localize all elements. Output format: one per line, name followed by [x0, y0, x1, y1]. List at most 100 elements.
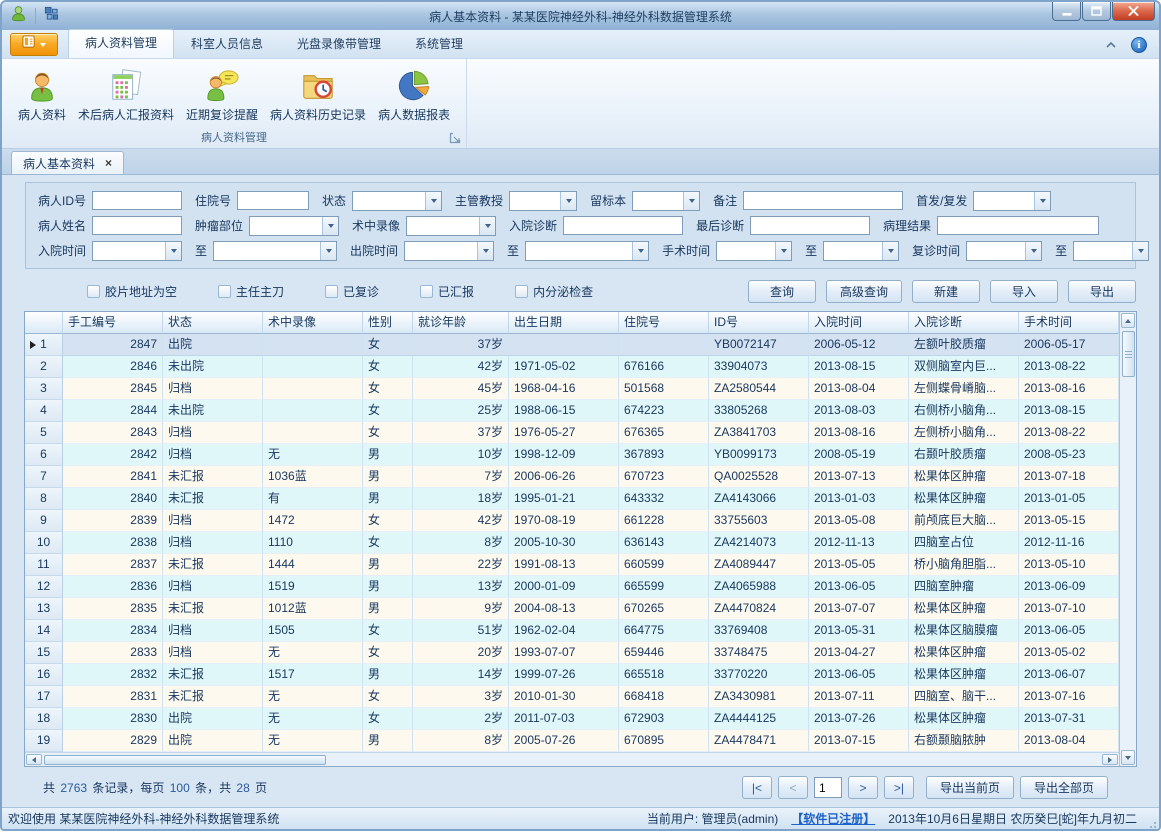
column-header-manual-no[interactable]: 手工编号: [63, 312, 163, 334]
status-dropdown-button[interactable]: [425, 192, 441, 210]
admit-time-to-dropdown-button[interactable]: [320, 242, 336, 260]
row-header-cell[interactable]: 5: [25, 422, 63, 444]
row-header-cell[interactable]: 19: [25, 730, 63, 752]
ribbon-button-postop-report[interactable]: 术后病人汇报资料: [73, 67, 179, 125]
table-row[interactable]: 52843归档女37岁1976-05-27676365ZA38417032013…: [25, 422, 1119, 444]
professor-combo[interactable]: [509, 191, 577, 211]
row-header-cell[interactable]: 9: [25, 510, 63, 532]
table-row[interactable]: 42844未出院女25岁1988-06-15674223338052682013…: [25, 400, 1119, 422]
professor-dropdown-button[interactable]: [560, 192, 576, 210]
ribbon-button-revisit-reminder[interactable]: 近期复诊提醒: [181, 67, 263, 125]
checkbox-reported[interactable]: 已汇报: [420, 283, 474, 300]
table-row[interactable]: 112837未汇报1444男22岁1991-08-13660599ZA40894…: [25, 554, 1119, 576]
export-current-page-button[interactable]: 导出当前页: [926, 776, 1014, 799]
scroll-down-icon[interactable]: [1121, 750, 1135, 765]
column-header-status[interactable]: 状态: [163, 312, 263, 334]
row-header-cell[interactable]: 4: [25, 400, 63, 422]
revisit-time-to-dropdown-button[interactable]: [1132, 242, 1148, 260]
close-button[interactable]: [1112, 2, 1155, 21]
checkbox-box[interactable]: [218, 285, 231, 298]
table-row[interactable]: 192829出院无男8岁2005-07-26670895ZA4478471201…: [25, 730, 1119, 752]
surgery-video-combo-field[interactable]: [407, 217, 479, 235]
admit-time-combo[interactable]: [92, 241, 182, 261]
table-row[interactable]: 122836归档1519男13岁2000-01-09665599ZA406598…: [25, 576, 1119, 598]
ribbon-tab-4[interactable]: 系统管理: [398, 30, 480, 58]
horizontal-scrollbar[interactable]: [25, 752, 1119, 766]
discharge-time-to-dropdown-button[interactable]: [632, 242, 648, 260]
row-header-cell[interactable]: 6: [25, 444, 63, 466]
column-header-admit-diagnosis[interactable]: 入院诊断: [909, 312, 1019, 334]
column-header-surgery-time[interactable]: 手术时间: [1019, 312, 1119, 334]
row-header-cell[interactable]: 14: [25, 620, 63, 642]
vertical-scroll-thumb[interactable]: [1122, 331, 1135, 377]
professor-combo-field[interactable]: [510, 192, 560, 210]
row-header-cell[interactable]: 12: [25, 576, 63, 598]
prev-page-button[interactable]: <: [778, 776, 808, 799]
row-header-cell[interactable]: 10: [25, 532, 63, 554]
info-icon[interactable]: i: [1131, 37, 1147, 53]
row-header-cell[interactable]: 1: [25, 334, 63, 356]
table-row[interactable]: 132835未汇报1012蓝男9岁2004-08-13670265ZA44708…: [25, 598, 1119, 620]
revisit-time-dropdown-button[interactable]: [1025, 242, 1041, 260]
table-row[interactable]: 162832未汇报1517男14岁1999-07-266655183377022…: [25, 664, 1119, 686]
admit-time-combo-field[interactable]: [93, 242, 165, 260]
new-button[interactable]: 新建: [912, 280, 980, 303]
column-header-birth-date[interactable]: 出生日期: [509, 312, 619, 334]
tumor-site-combo[interactable]: [249, 216, 339, 236]
admit-diagnosis-input[interactable]: [563, 216, 683, 235]
admit-time-to-combo-field[interactable]: [214, 242, 320, 260]
revisit-time-combo[interactable]: [966, 241, 1042, 261]
surgery-time-dropdown-button[interactable]: [775, 242, 791, 260]
next-page-button[interactable]: >: [848, 776, 878, 799]
checkbox-box[interactable]: [87, 285, 100, 298]
tab-close-icon[interactable]: ×: [105, 157, 112, 169]
table-row[interactable]: 102838归档1110女8岁2005-10-30636143ZA4214073…: [25, 532, 1119, 554]
checkbox-film-address-empty[interactable]: 胶片地址为空: [87, 283, 177, 300]
vertical-scrollbar[interactable]: [1119, 312, 1136, 766]
row-header-cell[interactable]: 3: [25, 378, 63, 400]
pathology-result-input[interactable]: [937, 216, 1099, 235]
status-combo[interactable]: [352, 191, 442, 211]
checkbox-box[interactable]: [515, 285, 528, 298]
surgery-time-to-combo[interactable]: [823, 241, 899, 261]
export-all-pages-button[interactable]: 导出全部页: [1020, 776, 1108, 799]
admit-time-dropdown-button[interactable]: [165, 242, 181, 260]
layout-icon[interactable]: [44, 6, 59, 26]
first-or-recur-combo-field[interactable]: [974, 192, 1034, 210]
table-row[interactable]: 32845归档女45岁1968-04-16501568ZA25805442013…: [25, 378, 1119, 400]
page-number-input[interactable]: [814, 777, 842, 798]
first-or-recur-dropdown-button[interactable]: [1034, 192, 1050, 210]
table-row[interactable]: 172831未汇报无女3岁2010-01-30668418ZA343098120…: [25, 686, 1119, 708]
specimen-combo[interactable]: [632, 191, 700, 211]
import-button[interactable]: 导入: [990, 280, 1058, 303]
ribbon-button-patient[interactable]: 病人资料: [13, 67, 71, 125]
revisit-time-to-combo-field[interactable]: [1074, 242, 1132, 260]
table-row[interactable]: 22846未出院女42岁1971-05-02676166339040732013…: [25, 356, 1119, 378]
checkbox-endocrine-exam[interactable]: 内分泌检查: [515, 283, 593, 300]
last-page-button[interactable]: >|: [884, 776, 914, 799]
discharge-time-to-combo-field[interactable]: [526, 242, 632, 260]
export-button[interactable]: 导出: [1068, 280, 1136, 303]
checkbox-box[interactable]: [420, 285, 433, 298]
tumor-site-combo-field[interactable]: [250, 217, 322, 235]
row-header-cell[interactable]: 7: [25, 466, 63, 488]
surgery-time-combo-field[interactable]: [717, 242, 775, 260]
column-header-admit-time[interactable]: 入院时间: [809, 312, 909, 334]
row-header-cell[interactable]: 2: [25, 356, 63, 378]
admit-time-to-combo[interactable]: [213, 241, 337, 261]
ribbon-tab-2[interactable]: 科室人员信息: [174, 30, 280, 58]
specimen-dropdown-button[interactable]: [683, 192, 699, 210]
dialog-launcher-icon[interactable]: [449, 132, 461, 144]
checkbox-chief-surgeon[interactable]: 主任主刀: [218, 283, 284, 300]
surgery-time-to-combo-field[interactable]: [824, 242, 882, 260]
column-header-inpatient-no[interactable]: 住院号: [619, 312, 709, 334]
minimize-button[interactable]: [1052, 2, 1081, 21]
status-combo-field[interactable]: [353, 192, 425, 210]
first-or-recur-combo[interactable]: [973, 191, 1051, 211]
revisit-time-to-combo[interactable]: [1073, 241, 1149, 261]
collapse-ribbon-icon[interactable]: [1105, 36, 1117, 54]
discharge-time-to-combo[interactable]: [525, 241, 649, 261]
ribbon-tab-3[interactable]: 光盘录像带管理: [280, 30, 398, 58]
row-header-cell[interactable]: 18: [25, 708, 63, 730]
row-header-cell[interactable]: 8: [25, 488, 63, 510]
